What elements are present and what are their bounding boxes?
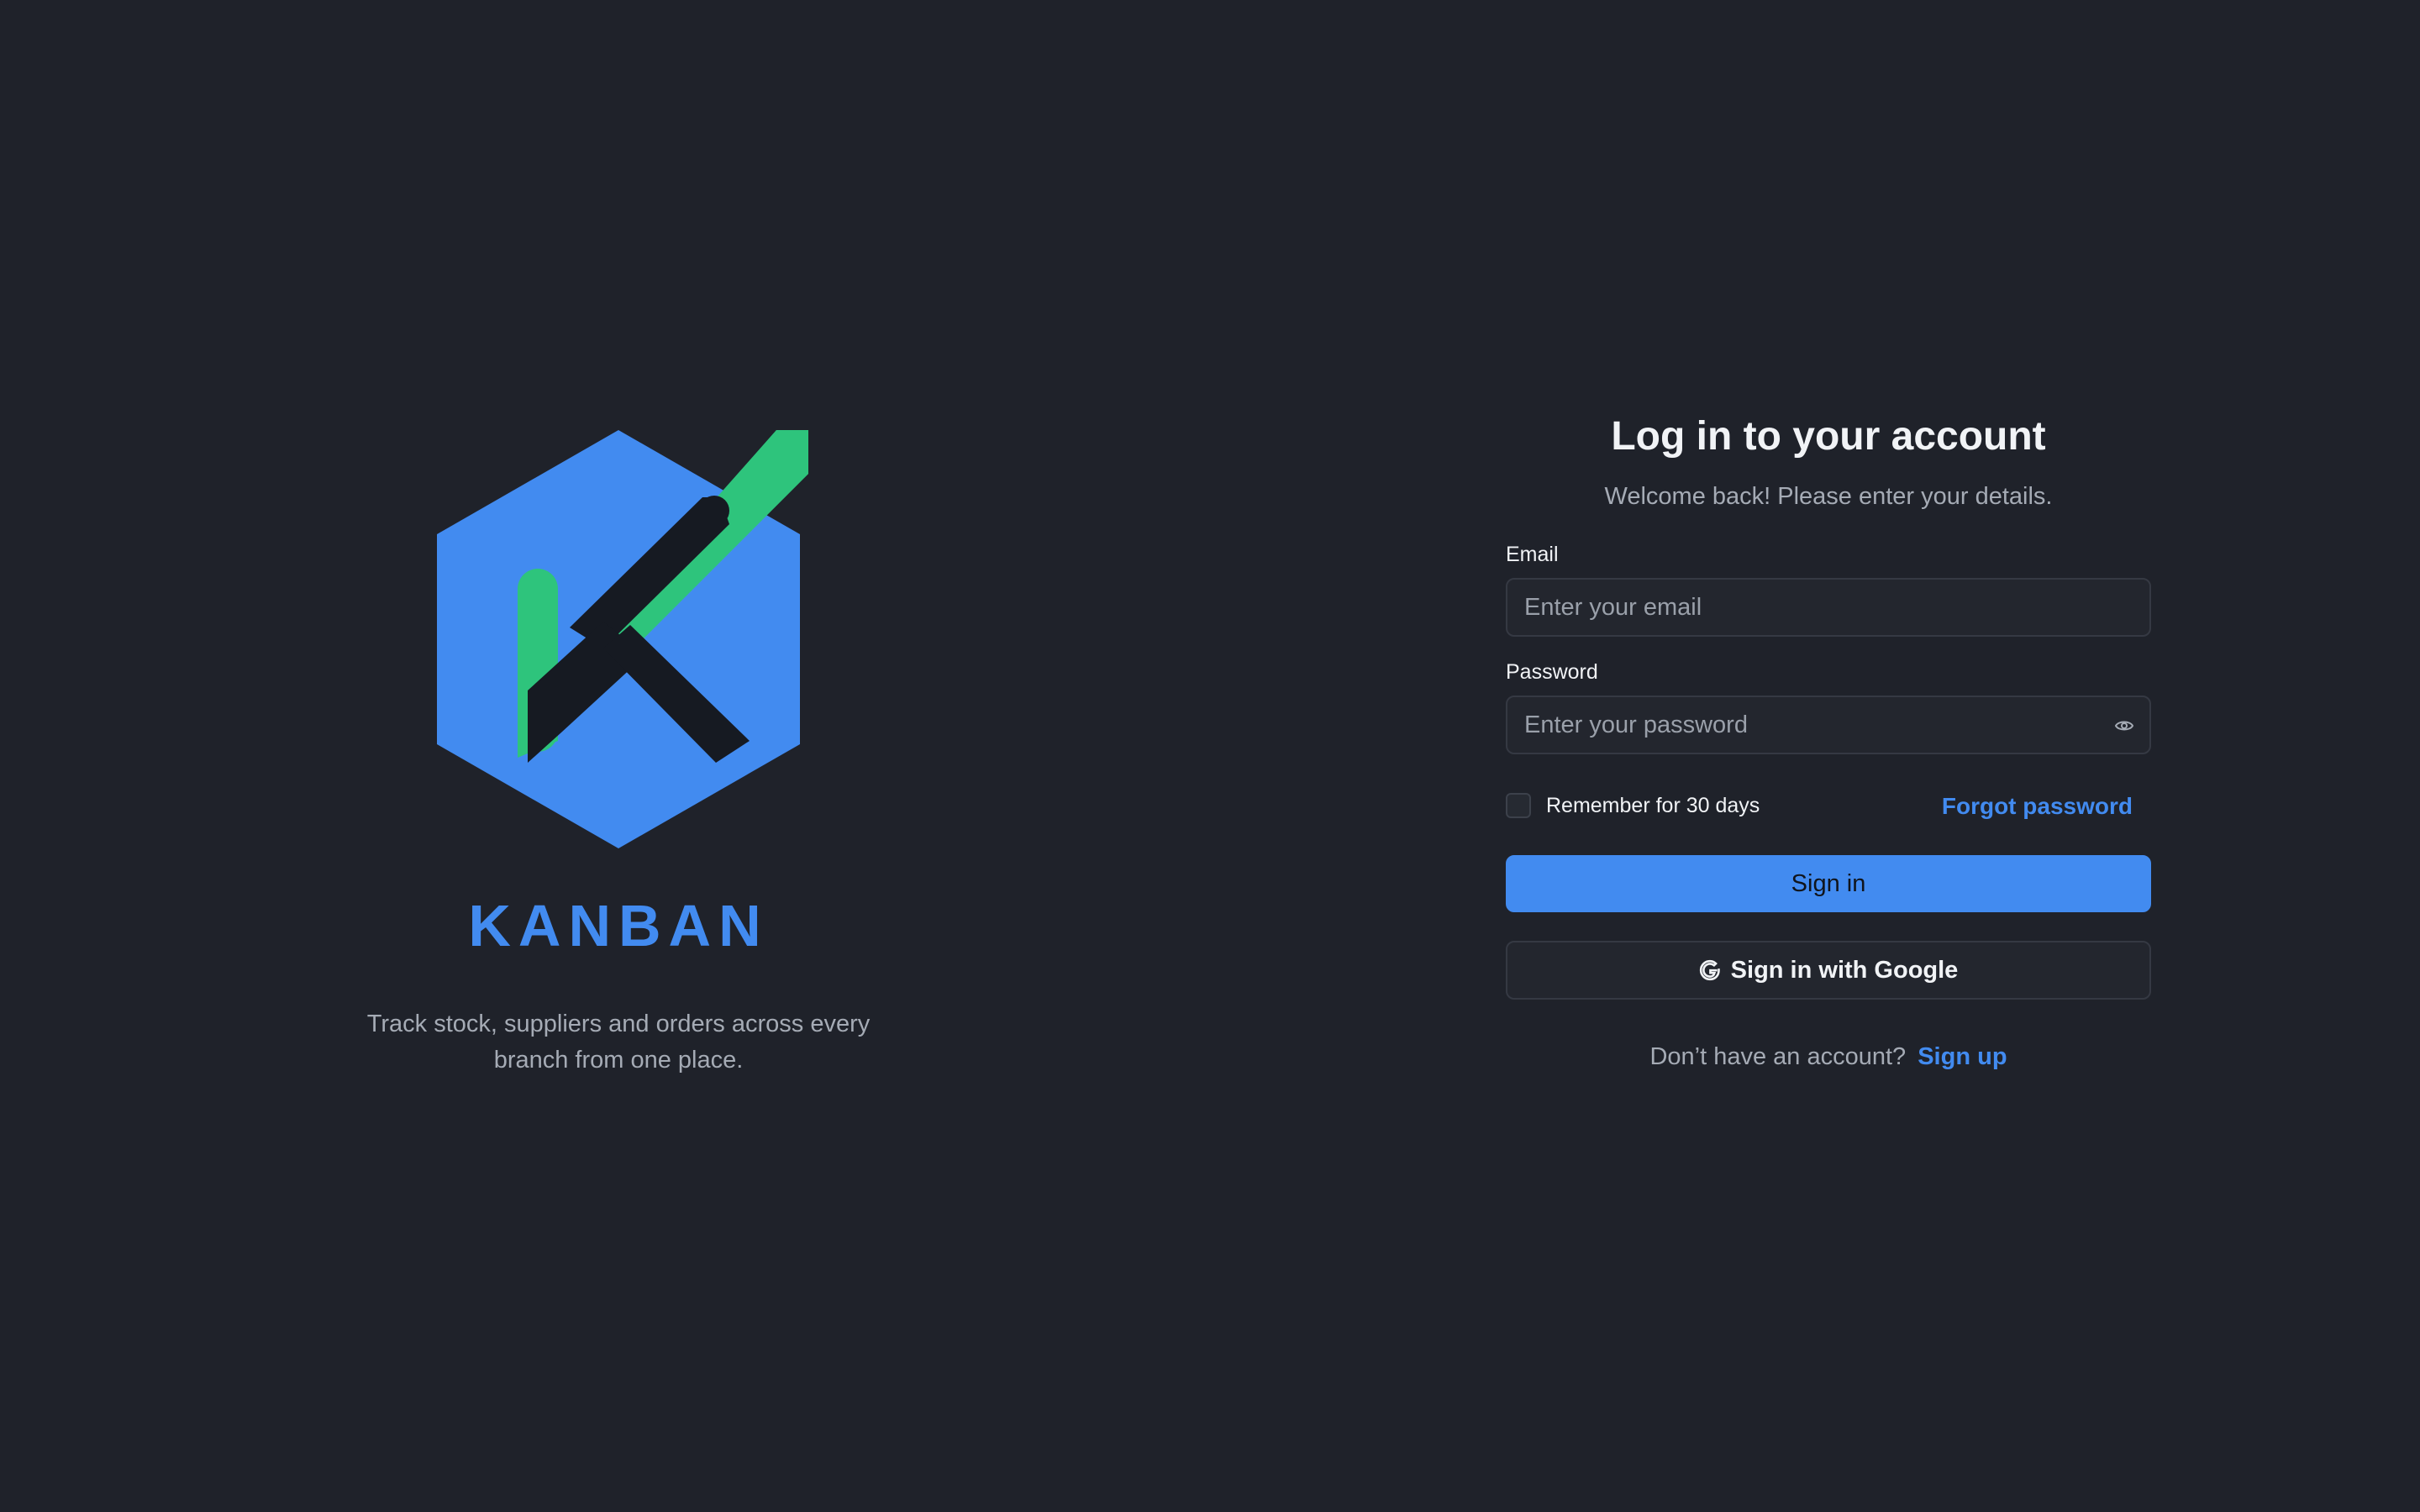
kanban-logo	[437, 430, 808, 848]
email-input[interactable]	[1507, 580, 2149, 635]
form-options-row: Remember for 30 days Forgot password	[1506, 790, 2151, 823]
password-label: Password	[1506, 660, 1598, 684]
login-page: KANBAN Track stock, suppliers and orders…	[0, 0, 2420, 1512]
signup-prompt: Don’t have an account?	[1649, 1043, 1907, 1070]
password-field-group: Password	[1506, 659, 2151, 754]
password-input-wrapper	[1506, 696, 2151, 754]
sign-in-button[interactable]: Sign in	[1506, 855, 2151, 912]
google-sign-in-label: Sign in with Google	[1730, 956, 1959, 984]
page-title: Log in to your account	[1611, 414, 2046, 459]
google-g-icon	[1699, 959, 1720, 981]
forgot-password-link[interactable]: Forgot password	[1942, 793, 2133, 820]
remember-checkbox-group[interactable]: Remember for 30 days	[1506, 793, 1760, 818]
email-input-wrapper	[1506, 578, 2151, 637]
sign-up-link[interactable]: Sign up	[1918, 1043, 2007, 1070]
eye-icon[interactable]	[2114, 716, 2134, 736]
remember-label: Remember for 30 days	[1546, 793, 1760, 817]
email-label: Email	[1506, 543, 1559, 566]
password-input[interactable]	[1507, 697, 2149, 753]
brand-name: KANBAN	[468, 893, 769, 958]
page-subtitle: Welcome back! Please enter your details.	[1604, 483, 2053, 510]
brand-panel: KANBAN Track stock, suppliers and orders…	[0, 0, 1237, 1512]
brand-tagline: Track stock, suppliers and orders across…	[366, 1011, 871, 1074]
email-field-group: Email	[1506, 541, 2151, 637]
login-form: Log in to your account Welcome back! Ple…	[1506, 403, 2151, 1071]
google-sign-in-button[interactable]: Sign in with Google	[1506, 941, 2151, 1000]
remember-checkbox[interactable]	[1506, 793, 1531, 818]
signup-row: Don’t have an account? Sign up	[1506, 1043, 2151, 1071]
